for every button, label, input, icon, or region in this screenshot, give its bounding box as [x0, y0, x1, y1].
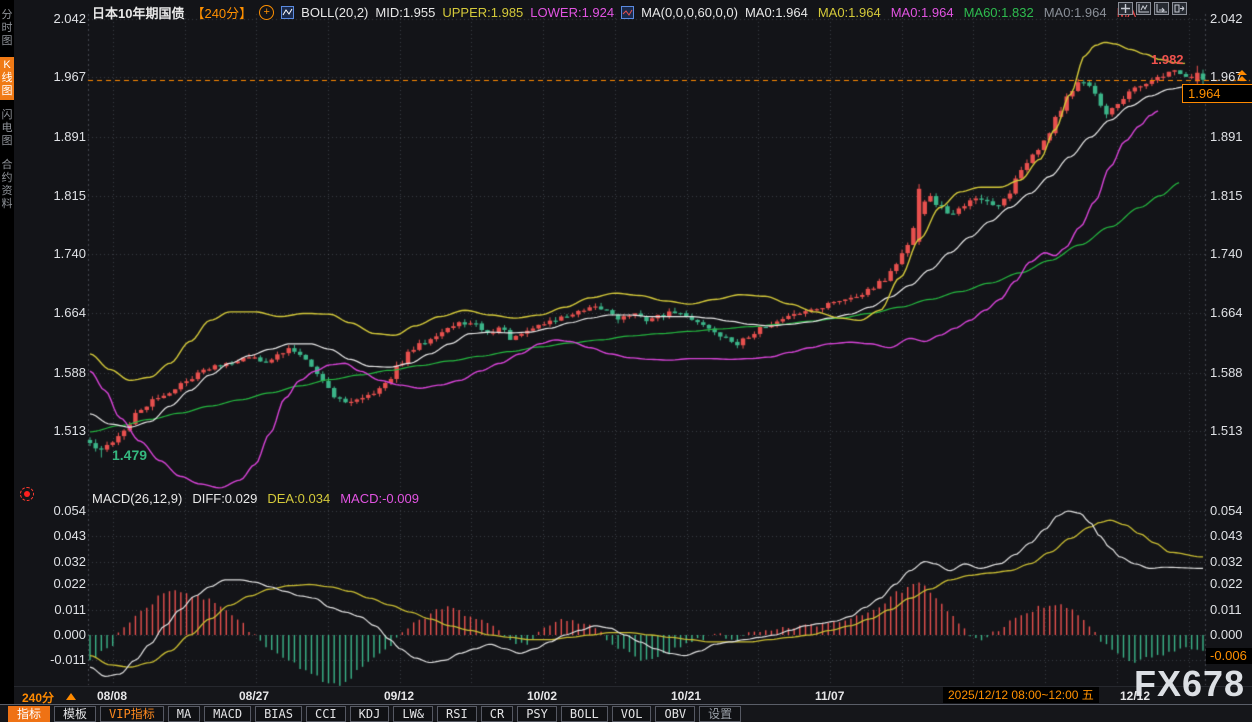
right-axis-label: 1.815: [1210, 188, 1243, 203]
boll-indicator-icon[interactable]: [281, 6, 294, 19]
right-axis-label: 0.011: [1210, 602, 1242, 617]
ma-value-1: MA0:1.964: [818, 5, 881, 20]
macd-last-tag: -0.006: [1206, 648, 1252, 664]
date-label: 09/12: [384, 689, 414, 703]
left-axis-label: -0.011: [30, 652, 86, 667]
right-axis-label: 0.000: [1210, 627, 1243, 642]
toolbar-button-9[interactable]: RSI: [437, 706, 477, 722]
left-axis-label: 0.000: [30, 627, 86, 642]
boll-mid-value: MID:1.955: [375, 5, 435, 20]
left-axis-label: 0.022: [30, 576, 86, 591]
macd-value: MACD:-0.009: [340, 491, 419, 506]
toolbar-button-2[interactable]: VIP指标: [100, 706, 164, 722]
left-axis-label: 1.967: [30, 69, 86, 84]
pane-expand-icon[interactable]: [1172, 2, 1187, 15]
left-axis-label: 0.011: [30, 602, 86, 617]
toolbar-button-13[interactable]: VOL: [612, 706, 652, 722]
interval-caret-icon[interactable]: [66, 693, 76, 700]
chart-header: 日本10年期国债 【240分】 + BOLL(20,2) MID:1.955 U…: [92, 3, 1136, 22]
low-price-label: 1.479: [112, 447, 147, 463]
last-price-tag: 1.964: [1182, 84, 1252, 103]
toolbar-button-5[interactable]: BIAS: [255, 706, 302, 722]
indicator-toolbar: 指标模板VIP指标MAMACDBIASCCIKDJLW&RSICRPSYBOLL…: [0, 704, 1252, 722]
bar-tooltip: 2025/12/12 08:00~12:00 五: [943, 687, 1099, 703]
right-axis-label: 0.043: [1210, 528, 1243, 543]
hotspot-icon: [20, 487, 34, 501]
left-axis-label: 1.891: [30, 129, 86, 144]
zoom-y-axis-icon[interactable]: [1154, 2, 1169, 15]
ma-value-0: MA0:1.964: [745, 5, 808, 20]
right-axis-label: 0.032: [1210, 554, 1243, 569]
ma-values: MA0:1.964 MA0:1.964 MA0:1.964 MA60:1.832 MA0…: [745, 5, 1136, 20]
ma-value-3: MA60:1.832: [964, 5, 1034, 20]
diff-value: DIFF:0.029: [192, 491, 257, 506]
left-axis-label: 1.513: [30, 423, 86, 438]
sidebar-item-2[interactable]: 闪电图: [0, 107, 14, 150]
ma-value-2: MA0:1.964: [891, 5, 954, 20]
date-label: 08/08: [97, 689, 127, 703]
right-axis-label: 0.054: [1210, 503, 1243, 518]
symbol-label: 日本10年期国债: [92, 3, 184, 22]
toolbar-button-10[interactable]: CR: [481, 706, 513, 722]
toolbar-button-7[interactable]: KDJ: [350, 706, 390, 722]
boll-upper-value: UPPER:1.985: [442, 5, 523, 20]
sidebar: 分时图 K线图闪电图合约资料: [0, 0, 14, 704]
toolbar-button-4[interactable]: MACD: [204, 706, 251, 722]
sidebar-item-0[interactable]: 分时图: [0, 7, 14, 50]
chart-toolbar-icons: [1118, 2, 1187, 15]
right-axis-label: 1.891: [1210, 129, 1243, 144]
toolbar-button-6[interactable]: CCI: [306, 706, 346, 722]
interval-label[interactable]: 【240分】: [191, 3, 252, 22]
toolbar-button-14[interactable]: OBV: [655, 706, 695, 722]
left-axis-label: 2.042: [30, 11, 86, 26]
toolbar-button-8[interactable]: LW&: [393, 706, 433, 722]
date-label: 10/21: [671, 689, 701, 703]
left-axis-label: 1.664: [30, 305, 86, 320]
toolbar-button-3[interactable]: MA: [168, 706, 200, 722]
date-label-last: 12/12: [1120, 689, 1150, 703]
sidebar-item-1[interactable]: K线图: [0, 57, 14, 100]
high-price-label: 1.982: [1151, 52, 1184, 67]
date-label: 10/02: [527, 689, 557, 703]
right-axis-label: 2.042: [1210, 11, 1243, 26]
right-axis-label: 1.588: [1210, 365, 1243, 380]
watermark: FX678: [1134, 663, 1245, 705]
add-indicator-icon[interactable]: +: [259, 5, 274, 20]
ma-value-4: MA0:1.964: [1044, 5, 1107, 20]
toolbar-button-12[interactable]: BOLL: [561, 706, 608, 722]
macd-params-label: MACD(26,12,9): [92, 491, 182, 506]
zoom-x-axis-icon[interactable]: [1136, 2, 1151, 15]
toolbar-button-15[interactable]: 设置: [699, 706, 741, 722]
left-axis-label: 1.588: [30, 365, 86, 380]
chart-canvas[interactable]: [0, 0, 1252, 722]
boll-lower-value: LOWER:1.924: [530, 5, 614, 20]
toolbar-button-0[interactable]: 指标: [8, 706, 50, 722]
toolbar-button-1[interactable]: 模板: [54, 706, 96, 722]
ma-label: MA(0,0,0,60,0,0): [641, 5, 738, 20]
ma-indicator-icon[interactable]: [621, 6, 634, 19]
right-axis-label: 0.022: [1210, 576, 1243, 591]
right-axis-label: 1.664: [1210, 305, 1243, 320]
left-axis-label: 0.032: [30, 554, 86, 569]
left-axis-label: 0.043: [30, 528, 86, 543]
boll-label: BOLL(20,2): [301, 5, 368, 20]
macd-header: MACD(26,12,9) DIFF:0.029 DEA:0.034 MACD:…: [92, 491, 419, 506]
left-axis-label: 1.815: [30, 188, 86, 203]
pan-icon[interactable]: [1118, 2, 1133, 15]
scroll-to-latest-icon[interactable]: [1237, 70, 1247, 82]
date-label: 08/27: [239, 689, 269, 703]
left-axis-label: 0.054: [30, 503, 86, 518]
toolbar-button-11[interactable]: PSY: [517, 706, 557, 722]
right-axis-label: 1.740: [1210, 246, 1243, 261]
right-axis-label: 1.513: [1210, 423, 1243, 438]
date-label: 11/07: [815, 689, 844, 703]
app-window: 分时图 K线图闪电图合约资料 日本10年期国债 【240分】 + BOLL(20,…: [0, 0, 1252, 722]
left-axis-label: 1.740: [30, 246, 86, 261]
sidebar-item-3[interactable]: 合约资料: [0, 157, 14, 213]
dea-value: DEA:0.034: [267, 491, 330, 506]
